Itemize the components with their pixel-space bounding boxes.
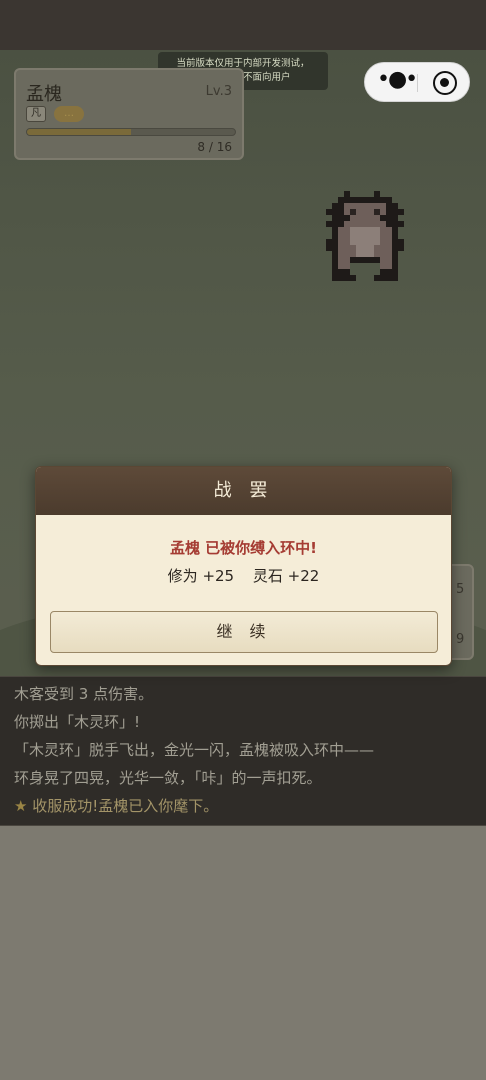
battle-log: 木客受到 3 点伤害。 你掷出「木灵环」! 「木灵环」脱手飞出，金光一闪，孟槐被…: [0, 676, 486, 826]
log-line: 「木灵环」脱手飞出，金光一闪，孟槐被吸入环中——: [14, 741, 375, 759]
side-card-value-bottom: 9: [456, 632, 465, 647]
rank-badge: 凡: [26, 106, 46, 122]
reward-cultivation: 修为 +25: [167, 567, 235, 585]
hp-bar-fill: [27, 129, 131, 135]
more-dots-icon[interactable]: •●•: [377, 69, 418, 92]
bottom-area: [0, 826, 486, 1080]
hp-bar: [26, 128, 236, 136]
reward-spirit-stone: 灵石 +22: [252, 567, 320, 585]
side-card-value-top: 5: [456, 582, 465, 597]
trait-tag: …: [54, 106, 84, 122]
reward-list: 修为 +25 灵石 +22: [36, 565, 451, 586]
capture-message: 孟槐 已被你缚入环中!: [169, 539, 318, 557]
close-target-icon[interactable]: [433, 71, 457, 95]
log-line: 你掷出「木灵环」!: [14, 713, 141, 731]
star-icon: ★: [14, 797, 28, 815]
hp-text: 8 / 16: [197, 140, 232, 154]
log-line: 木客受到 3 点伤害。: [14, 685, 154, 703]
log-line: 环身晃了四晃，光华一敛，「咔」的一声扣死。: [14, 769, 322, 787]
enemy-level: Lv.3: [205, 84, 232, 99]
capsule-divider: [417, 74, 418, 92]
log-line-success: ★ 收服成功!孟槐已入你麾下。: [14, 792, 472, 820]
dialog-title: 战 罢: [36, 467, 451, 515]
log-success-text: 收服成功!孟槐已入你麾下。: [32, 797, 219, 815]
battle-result-dialog: 战 罢 孟槐 已被你缚入环中! 修为 +25 灵石 +22 继 续: [35, 466, 452, 666]
top-bar: [0, 0, 486, 50]
enemy-name: 孟槐: [26, 84, 62, 105]
enemy-status-card: 孟槐 Lv.3 凡 … 8 / 16: [14, 68, 244, 160]
continue-button[interactable]: 继 续: [50, 611, 438, 653]
miniprogram-capsule: •●•: [364, 62, 470, 102]
enemy-sprite: [326, 191, 404, 281]
